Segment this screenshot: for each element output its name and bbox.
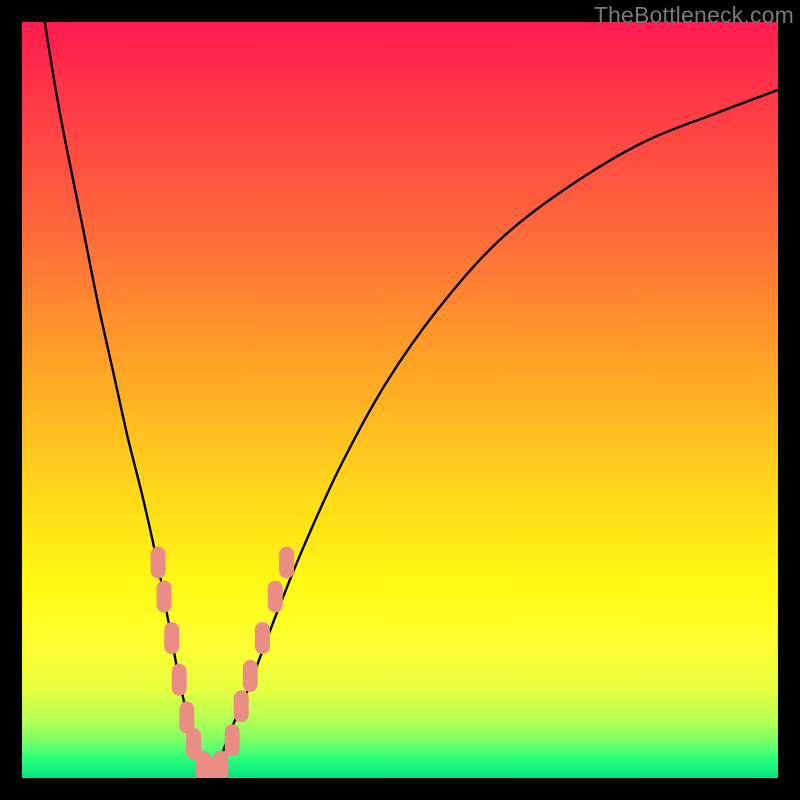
marker-point	[213, 751, 228, 778]
chart-svg	[22, 22, 778, 778]
marker-group	[151, 547, 295, 779]
chart-frame: TheBottleneck.com	[0, 0, 800, 800]
marker-point	[196, 751, 211, 778]
marker-point	[234, 690, 249, 722]
marker-point	[255, 622, 270, 654]
marker-point	[172, 664, 187, 696]
marker-point	[279, 547, 294, 579]
marker-point	[164, 622, 179, 654]
marker-point	[157, 581, 172, 613]
marker-point	[186, 728, 201, 760]
marker-point	[151, 547, 166, 579]
bottleneck-curve	[45, 22, 778, 774]
marker-point	[243, 660, 258, 692]
marker-point	[225, 724, 240, 756]
marker-point	[179, 702, 194, 734]
marker-point	[204, 758, 219, 779]
watermark-text: TheBottleneck.com	[594, 2, 794, 29]
chart-plot-area	[22, 22, 778, 778]
marker-point	[268, 581, 283, 613]
